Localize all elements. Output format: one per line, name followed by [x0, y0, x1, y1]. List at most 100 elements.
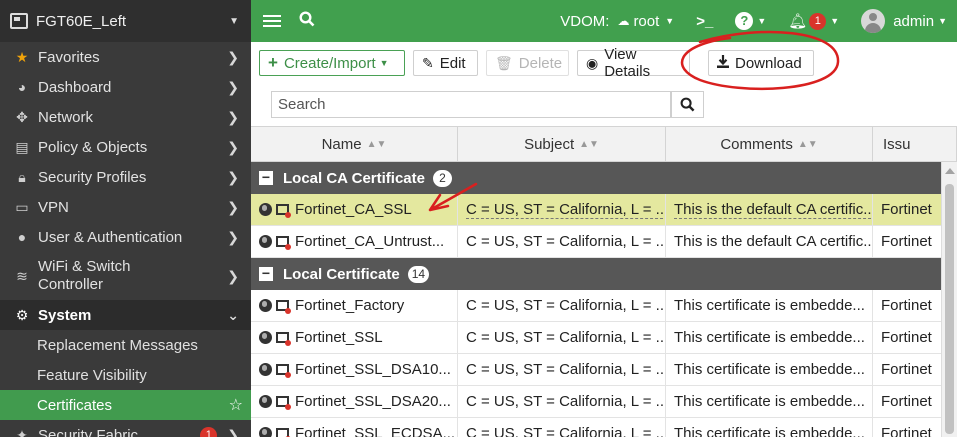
help-icon[interactable]: ? — [735, 12, 754, 30]
sidebar-item-network[interactable]: ✥ Network ❯ — [0, 102, 251, 132]
device-name: FGT60E_Left — [36, 12, 127, 30]
download-icon — [717, 55, 729, 71]
sidebar-subitem-certificates[interactable]: Certificates ☆ — [0, 390, 251, 420]
button-label: Delete — [518, 54, 563, 72]
cell-comments: This certificate is embedde... — [674, 329, 865, 346]
sort-icon: ▲▼ — [579, 138, 599, 150]
cell-issuer: Fortinet — [881, 297, 932, 314]
column-label: Issu — [883, 135, 911, 153]
certificate-icon — [276, 396, 291, 410]
network-icon: ✥ — [16, 108, 28, 125]
search-button[interactable] — [671, 91, 704, 118]
search-icon[interactable] — [299, 10, 315, 32]
bell-icon[interactable]: 🔔︎ — [788, 12, 807, 30]
button-label: Download — [735, 54, 802, 72]
sidebar-subitem-replacement-messages[interactable]: Replacement Messages — [0, 330, 251, 360]
sidebar-item-security-fabric[interactable]: ✦ Security Fabric 1 ❯ — [0, 420, 251, 437]
view-details-button[interactable]: ◉ View Details — [577, 46, 690, 80]
column-header-name[interactable]: Name ▲▼ — [251, 127, 458, 161]
sidebar-item-dashboard[interactable]: ◕ Dashboard ❯ — [0, 72, 251, 102]
sidebar-item-vpn[interactable]: ▭ VPN ❯ — [0, 192, 251, 222]
policy-icon: ▤ — [15, 138, 29, 155]
cell-name: Fortinet_CA_SSL — [295, 201, 412, 218]
sort-icon: ▲▼ — [366, 138, 387, 150]
table-row[interactable]: Fortinet_CA_SSL C = US, ST = California,… — [251, 194, 957, 226]
cell-issuer: Fortinet — [881, 361, 932, 378]
scroll-up-arrow-icon[interactable] — [944, 168, 955, 174]
sidebar-item-user-auth[interactable]: ● User & Authentication ❯ — [0, 222, 251, 252]
certificate-icon — [276, 428, 291, 437]
sidebar-subitem-feature-visibility[interactable]: Feature Visibility — [0, 360, 251, 390]
table-row[interactable]: Fortinet_SSL_ECDSA... C = US, ST = Calif… — [251, 418, 957, 437]
vertical-scrollbar[interactable] — [941, 162, 957, 437]
column-header-comments[interactable]: Comments ▲▼ — [666, 127, 873, 161]
table-row[interactable]: Fortinet_CA_Untrust... C = US, ST = Cali… — [251, 226, 957, 258]
pencil-icon: ✎ — [422, 54, 434, 71]
table-row[interactable]: Fortinet_Factory C = US, ST = California… — [251, 290, 957, 322]
notification-badge: 1 — [200, 426, 218, 437]
plus-icon: + — [268, 53, 278, 72]
cell-subject: C = US, ST = California, L = ... — [466, 297, 666, 314]
menu-icon[interactable] — [263, 12, 281, 30]
sidebar-item-policy-objects[interactable]: ▤ Policy & Objects ❯ — [0, 132, 251, 162]
notification-badge: 1 — [809, 12, 827, 30]
cell-issuer: Fortinet — [881, 425, 932, 437]
collapse-icon[interactable]: − — [259, 170, 273, 185]
sidebar-item-label: User & Authentication — [38, 228, 183, 246]
chevron-down-icon: ▼ — [379, 58, 389, 68]
vdom-selector[interactable]: root — [633, 13, 659, 30]
button-label: View Details — [604, 46, 651, 80]
globe-icon — [259, 363, 272, 376]
user-menu[interactable]: admin — [893, 13, 934, 30]
scrollbar-thumb[interactable] — [945, 184, 954, 434]
cell-comments: This certificate is embedde... — [674, 361, 865, 378]
cell-subject: C = US, ST = California, L = ... — [466, 201, 665, 219]
certificate-icon — [276, 364, 291, 378]
avatar[interactable] — [861, 9, 886, 33]
chevron-right-icon: ❯ — [227, 108, 239, 125]
cell-comments: This is the default CA certific... — [674, 233, 873, 250]
group-label: Local CA Certificate — [283, 169, 425, 187]
device-icon — [10, 13, 28, 29]
edit-button[interactable]: ✎ Edit — [413, 50, 478, 76]
favorite-star-icon[interactable]: ☆ — [229, 395, 243, 415]
group-count-badge: 14 — [407, 265, 430, 283]
download-button[interactable]: Download — [708, 50, 814, 76]
top-bar: VDOM: ☁ root ▼ >_ ? ▼ 🔔︎ 1 ▼ admin ▼ — [251, 0, 957, 42]
table-row[interactable]: Fortinet_SSL_DSA10... C = US, ST = Calif… — [251, 354, 957, 386]
column-header-subject[interactable]: Subject ▲▼ — [458, 127, 666, 161]
column-label: Name — [321, 135, 362, 153]
sidebar-item-security-profiles[interactable]: 🔒︎ Security Profiles ❯ — [0, 162, 251, 192]
sidebar-item-label: Security Fabric — [38, 426, 139, 437]
device-selector[interactable]: FGT60E_Left ▼ — [0, 0, 251, 42]
group-header-local-certificate[interactable]: − Local Certificate 14 — [251, 258, 957, 290]
create-import-button[interactable]: + Create/Import ▼ — [259, 50, 405, 76]
chevron-right-icon: ❯ — [227, 168, 239, 185]
chevron-right-icon: ❯ — [227, 198, 239, 215]
user-icon: ● — [17, 229, 27, 245]
collapse-icon[interactable]: − — [259, 266, 273, 281]
cell-subject: C = US, ST = California, L = ... — [466, 233, 666, 250]
column-header-issuer[interactable]: Issu — [873, 127, 957, 161]
column-label: Comments — [720, 135, 793, 153]
table-row[interactable]: Fortinet_SSL C = US, ST = California, L … — [251, 322, 957, 354]
certificates-table: Name ▲▼ Subject ▲▼ Comments ▲▼ Issu − Local… — [251, 126, 957, 437]
sidebar-item-favorites[interactable]: ★ Favorites ❯ — [0, 42, 251, 72]
sidebar-item-system[interactable]: ⚙ System ⌄ — [0, 300, 251, 330]
globe-icon — [259, 299, 272, 312]
cell-comments: This certificate is embedde... — [674, 297, 865, 314]
cli-console-icon[interactable]: >_ — [696, 13, 713, 30]
trash-icon: 🗑︎ — [495, 54, 513, 71]
group-header-local-ca[interactable]: − Local CA Certificate 2 — [251, 162, 957, 194]
sidebar-item-label: Network — [38, 108, 94, 126]
sidebar-item-wifi-switch[interactable]: ≋ WiFi & Switch Controller ❯ — [0, 252, 251, 300]
sidebar-item-label: Dashboard — [38, 78, 112, 96]
cell-issuer: Fortinet — [881, 201, 932, 218]
table-row[interactable]: Fortinet_SSL_DSA20... C = US, ST = Calif… — [251, 386, 957, 418]
cell-issuer: Fortinet — [881, 393, 932, 410]
search-input[interactable] — [271, 91, 671, 118]
delete-button[interactable]: 🗑︎ Delete — [486, 50, 569, 76]
chevron-right-icon: ❯ — [227, 78, 239, 95]
chevron-down-icon: ▼ — [665, 16, 675, 26]
certificate-icon — [276, 332, 291, 346]
